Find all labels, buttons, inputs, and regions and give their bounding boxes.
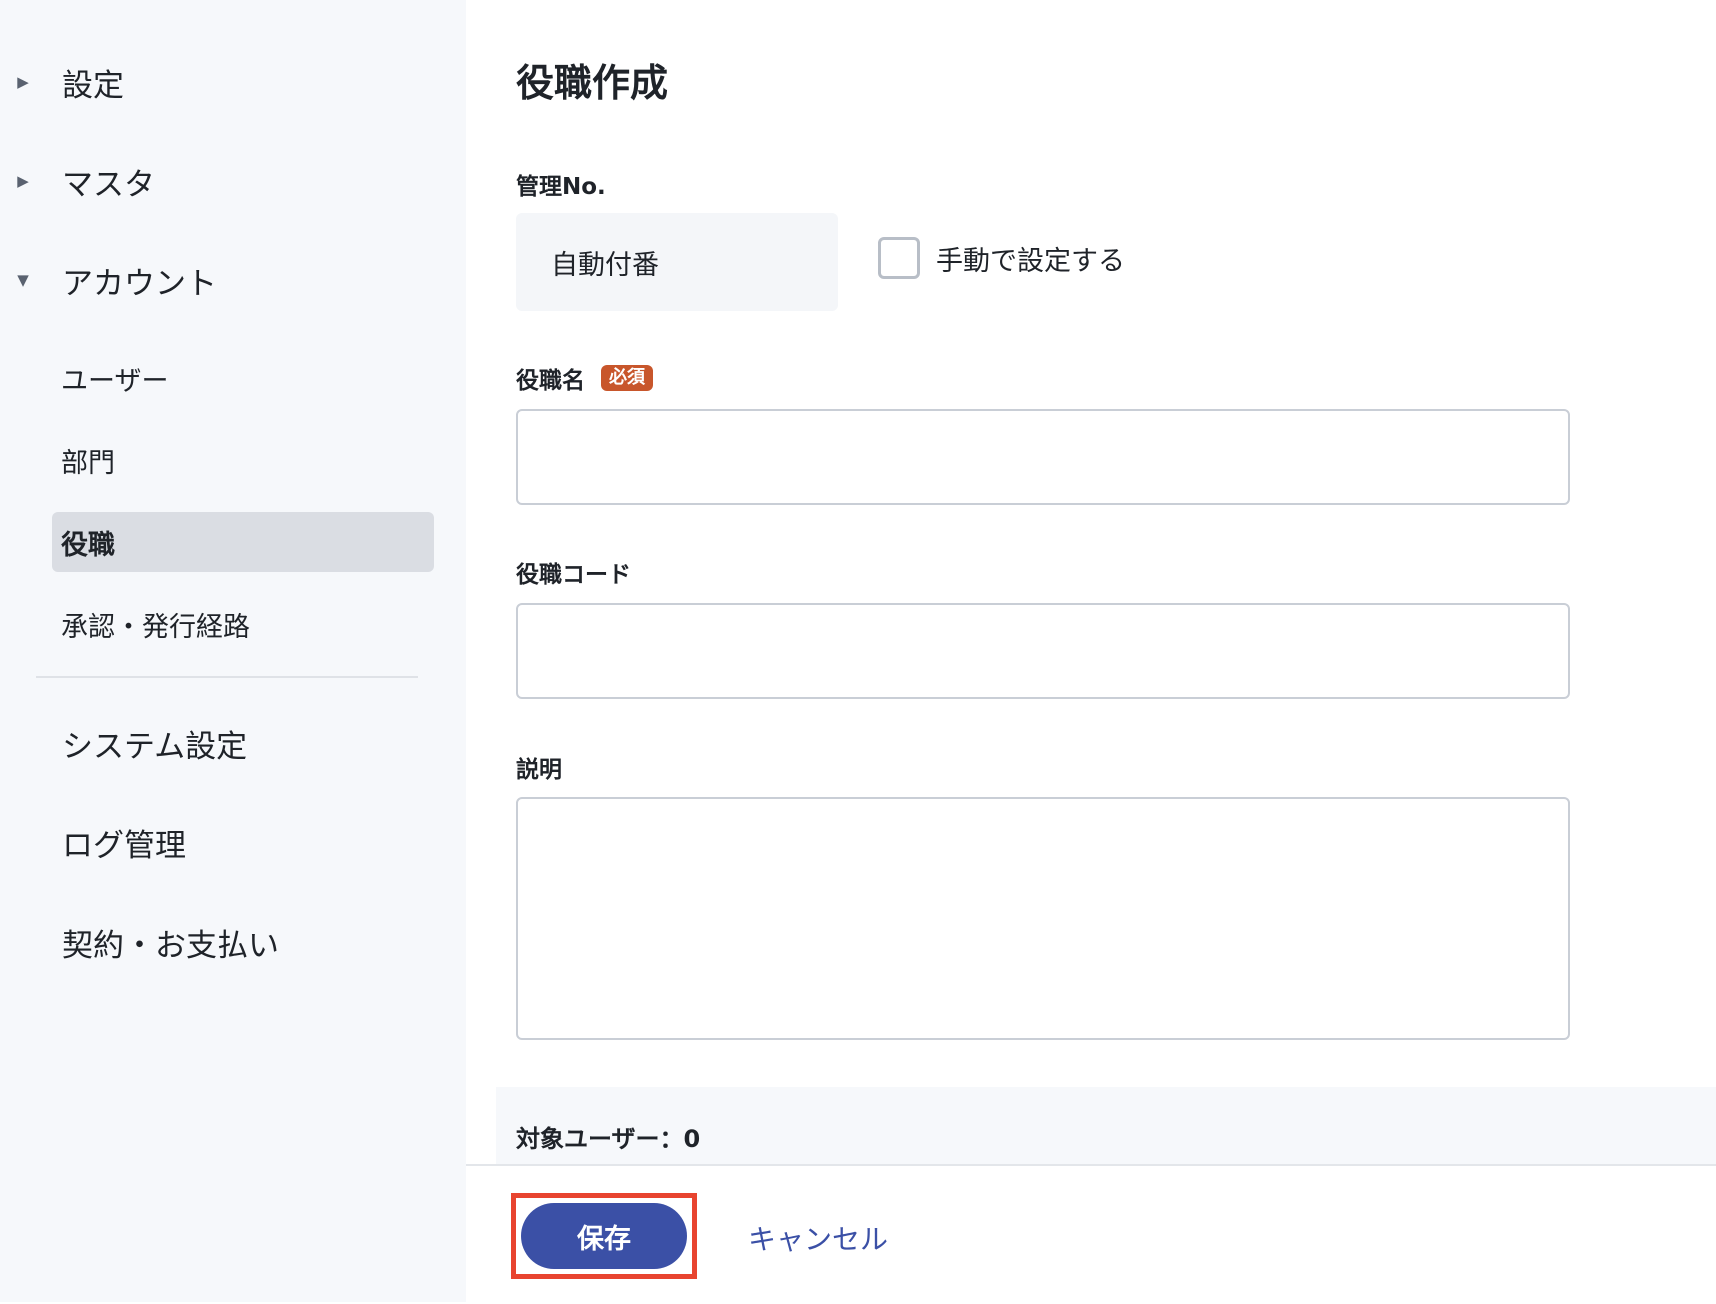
sidebar-item-label: 承認・発行経路	[61, 611, 250, 643]
sidebar-group-label: マスタ	[62, 166, 155, 203]
save-button[interactable]: 保存	[521, 1203, 687, 1269]
management-no-display: 自動付番	[516, 213, 838, 311]
cancel-link[interactable]: キャンセル	[748, 1218, 888, 1258]
field-label-text: 役職名	[516, 368, 585, 394]
sidebar-item-approval-routes[interactable]: 承認・発行経路	[52, 594, 434, 654]
sidebar-group-master[interactable]: ▶ マスタ	[0, 141, 466, 221]
sidebar-item-label: ログ管理	[62, 827, 186, 864]
sidebar-item-label: 契約・お支払い	[62, 927, 279, 964]
sidebar-divider	[36, 676, 418, 678]
sidebar-item-label: 部門	[61, 447, 115, 479]
field-label-text: 役職コード	[516, 562, 631, 588]
sidebar-group-settings[interactable]: ▶ 設定	[0, 42, 466, 122]
manual-setting-checkbox-group[interactable]: 手動で設定する	[878, 237, 1125, 279]
sidebar-item-label: 役職	[61, 529, 115, 561]
sidebar-group-label: 設定	[62, 67, 124, 104]
sidebar-item-label: ユーザー	[61, 365, 169, 397]
sidebar-group-account[interactable]: ▼ アカウント	[0, 240, 466, 320]
manual-setting-checkbox[interactable]	[878, 237, 920, 279]
sidebar-group-label: アカウント	[62, 265, 217, 302]
sidebar-item-users[interactable]: ユーザー	[52, 348, 434, 408]
main-content: 役職作成 管理No. 自動付番 手動で設定する 役職名 必須 役職コード 説明 …	[466, 0, 1716, 1304]
field-label-text: 管理No.	[516, 174, 606, 200]
management-no-label: 管理No.	[516, 167, 606, 201]
sidebar-item-departments[interactable]: 部門	[52, 430, 434, 490]
target-users-count: 対象ユーザー：0	[516, 1125, 701, 1153]
description-textarea[interactable]	[516, 797, 1570, 1040]
required-badge: 必須	[601, 365, 653, 391]
position-code-label: 役職コード	[516, 555, 631, 589]
sidebar-item-log-management[interactable]: ログ管理	[0, 802, 466, 882]
page-title: 役職作成	[516, 61, 669, 105]
caret-right-icon: ▶	[17, 73, 29, 91]
footer-action-bar: 保存 キャンセル	[466, 1164, 1716, 1304]
manual-setting-checkbox-label[interactable]: 手動で設定する	[936, 239, 1125, 278]
position-name-label: 役職名 必須	[516, 361, 653, 395]
sidebar-item-contract-payment[interactable]: 契約・お支払い	[0, 902, 466, 982]
position-code-input[interactable]	[516, 603, 1570, 699]
description-label: 説明	[516, 750, 562, 784]
target-users-panel: 対象ユーザー：0	[496, 1087, 1716, 1164]
field-label-text: 説明	[516, 757, 562, 783]
caret-right-icon: ▶	[17, 172, 29, 190]
sidebar-item-label: システム設定	[62, 728, 248, 765]
caret-down-icon: ▼	[17, 271, 29, 289]
management-no-value: 自動付番	[551, 249, 659, 281]
sidebar-item-positions[interactable]: 役職	[52, 512, 434, 572]
sidebar-item-system-settings[interactable]: システム設定	[0, 703, 466, 783]
sidebar: ▶ 設定 ▶ マスタ ▼ アカウント ユーザー 部門 役職 承認・発行経路 シス…	[0, 0, 466, 1302]
position-name-input[interactable]	[516, 409, 1570, 505]
